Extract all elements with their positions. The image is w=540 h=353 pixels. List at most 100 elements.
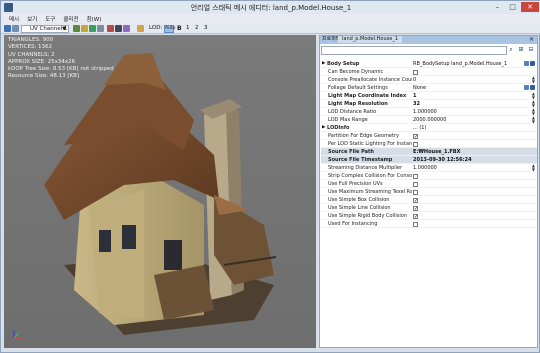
property-value[interactable]: 1.000000 <box>413 108 523 116</box>
minimize-button[interactable]: – <box>491 2 504 12</box>
property-row[interactable]: LOD Max Range 2000.000000 ▲ ▼ <box>321 116 537 124</box>
lod-settings-icon[interactable] <box>137 25 144 32</box>
pivot-icon[interactable] <box>123 25 130 32</box>
property-checkbox[interactable] <box>413 69 418 75</box>
property-row[interactable]: Streaming Distance Multiplier 1.000000 ▲ ▼ <box>321 164 537 172</box>
property-name: Light Map Resolution <box>328 101 388 107</box>
property-name: Use Simple Box Collision <box>328 197 390 203</box>
use-selected-icon[interactable] <box>530 61 535 66</box>
expand-arrow-icon[interactable]: ▶ <box>322 124 325 132</box>
property-value[interactable]: None <box>413 84 523 92</box>
property-row[interactable]: Per LOD Static Lighting For Instancing <box>321 140 537 148</box>
property-row[interactable]: ▶ Body Setup RB_BodySetup land_p.Model.Hou… <box>321 60 537 68</box>
property-name: Strip Complex Collision For Console <box>328 173 412 179</box>
property-checkbox[interactable]: ✓ <box>413 133 418 139</box>
properties-tab[interactable]: land_p.Model.House_1 <box>338 36 403 43</box>
menu-view[interactable]: 보기 <box>23 14 41 23</box>
property-row[interactable]: LOD Distance Ratio 1.000000 ▲ ▼ <box>321 108 537 116</box>
menu-mesh[interactable]: 메시 <box>5 14 23 23</box>
lod-base-button[interactable]: B <box>177 25 182 32</box>
property-row[interactable]: Foliage Default Settings None <box>321 84 537 92</box>
spinner-arrows-icon[interactable]: ▲ ▼ <box>532 164 535 172</box>
mesh-viewport[interactable]: TRIANGLES: 900 VERTICES: 1362 UV CHANNEL… <box>4 35 316 348</box>
use-selected-icon[interactable] <box>530 85 535 90</box>
property-value[interactable]: 32 <box>413 100 523 108</box>
search-icon[interactable]: ⌕ <box>507 46 515 54</box>
property-checkbox[interactable] <box>413 141 418 147</box>
normals-icon[interactable] <box>107 25 114 32</box>
property-value[interactable]: 1 <box>413 92 523 100</box>
property-row[interactable]: Strip Complex Collision For Console <box>321 172 537 180</box>
property-value[interactable]: 1.000000 <box>413 164 523 172</box>
lod-2-button[interactable]: 2 <box>195 25 199 31</box>
property-value[interactable]: 2000.000000 <box>413 116 523 124</box>
property-name: Use Simple Rigid Body Collision <box>328 213 407 219</box>
menu-tools[interactable]: 도구 <box>41 14 59 23</box>
property-value[interactable]: 2013-09-30 12:56:24 <box>413 156 523 164</box>
lod-3-button[interactable]: 3 <box>204 25 208 31</box>
tangents-icon[interactable] <box>115 25 122 32</box>
property-name: Foliage Default Settings <box>328 85 388 91</box>
window-controls: – □ ✕ <box>491 2 539 12</box>
property-checkbox[interactable] <box>413 189 418 195</box>
property-row[interactable]: Can Become Dynamic <box>321 68 537 76</box>
maximize-button[interactable]: □ <box>506 2 519 12</box>
property-row[interactable]: Console Preallocate Instance Count 0 ▲ ▼ <box>321 76 537 84</box>
property-row[interactable]: Used For Instancing <box>321 220 537 228</box>
collapse-all-icon[interactable]: ⊟ <box>527 46 535 54</box>
property-row[interactable]: Source File Timestamp 2013-09-30 12:56:24 <box>321 156 537 164</box>
property-name: Per LOD Static Lighting For Instancing <box>328 141 412 147</box>
bounds-icon[interactable] <box>81 25 88 32</box>
collision-icon[interactable] <box>89 25 96 32</box>
wireframe-icon[interactable] <box>73 25 80 32</box>
close-panel-icon[interactable]: × <box>529 36 534 43</box>
property-value[interactable]: 0 <box>413 76 523 84</box>
property-row[interactable]: Use Simple Box Collision ✓ <box>321 196 537 204</box>
toolbar: UV Channel 1 ▼ LOD: Auto B 1 2 3 <box>1 23 540 34</box>
browse-icon[interactable] <box>524 61 529 66</box>
property-checkbox[interactable]: ✓ <box>413 213 418 219</box>
stat-kdop-size: kDOP Tree Size: 8.53 [KB] not stripped <box>8 66 114 73</box>
browse-icon[interactable] <box>524 85 529 90</box>
menu-collision[interactable]: 콜리전 <box>59 14 82 23</box>
editor-window: 언리얼 스태틱 메시 에디터: land_p.Model.House_1 – □… <box>0 0 540 353</box>
property-value[interactable]: E:₩House_1.FBX <box>413 148 523 156</box>
sockets-icon[interactable] <box>97 25 104 32</box>
property-search-input[interactable] <box>321 46 507 55</box>
property-checkbox[interactable] <box>413 221 418 227</box>
property-row[interactable]: Light Map Resolution 32 ▲ ▼ <box>321 100 537 108</box>
spinner-arrows-icon[interactable]: ▲ ▼ <box>532 76 535 84</box>
property-row[interactable]: Light Map Coordinate Index 1 ▲ ▼ <box>321 92 537 100</box>
stat-resource-size: Resource Size: 48.13 [KB] <box>8 73 80 80</box>
property-name: Source File Path <box>328 149 374 155</box>
property-checkbox[interactable]: ✓ <box>413 205 418 211</box>
property-row[interactable]: Use Simple Line Collision ✓ <box>321 204 537 212</box>
close-button[interactable]: ✕ <box>521 2 539 12</box>
uv-channel-select[interactable]: UV Channel 1 ▼ <box>21 24 69 33</box>
property-row[interactable]: ▶ LODInfo ... (1) <box>321 124 537 132</box>
expand-arrow-icon[interactable]: ▶ <box>322 60 325 68</box>
property-row[interactable]: Use Full Precision UVs <box>321 180 537 188</box>
property-row[interactable]: Use Maximum Streaming Texel Ratio <box>321 188 537 196</box>
property-row[interactable]: Source File Path E:₩House_1.FBX <box>321 148 537 156</box>
expand-all-icon[interactable]: ⊞ <box>517 46 525 54</box>
property-row[interactable]: Use Simple Rigid Body Collision ✓ <box>321 212 537 220</box>
property-checkbox[interactable] <box>413 173 418 179</box>
spinner-arrows-icon[interactable]: ▲ ▼ <box>532 116 535 124</box>
property-checkbox[interactable] <box>413 181 418 187</box>
property-value[interactable]: ... (1) <box>413 124 523 132</box>
property-checkbox[interactable]: ✓ <box>413 197 418 203</box>
lod-1-button[interactable]: 1 <box>186 25 190 31</box>
search-buttons: ⌕ ⊞ ⊟ <box>507 46 535 54</box>
menu-window[interactable]: 창(W) <box>83 14 106 23</box>
show-uv-icon[interactable] <box>4 25 11 32</box>
property-row[interactable]: Partition For Edge Geometry ✓ <box>321 132 537 140</box>
property-name: Source File Timestamp <box>328 157 393 163</box>
house-model-render <box>4 35 316 348</box>
property-name: Body Setup <box>327 61 360 67</box>
property-name: Can Become Dynamic <box>328 69 384 75</box>
property-value[interactable]: RB_BodySetup land_p.Model.House_1 <box>413 60 523 68</box>
properties-panel: 프로퍼티 land_p.Model.House_1 × ⌕ ⊞ ⊟ ▶ Body … <box>319 35 538 348</box>
lod-auto-button[interactable]: Auto <box>164 24 175 33</box>
uv-overlay-icon[interactable] <box>12 25 19 32</box>
